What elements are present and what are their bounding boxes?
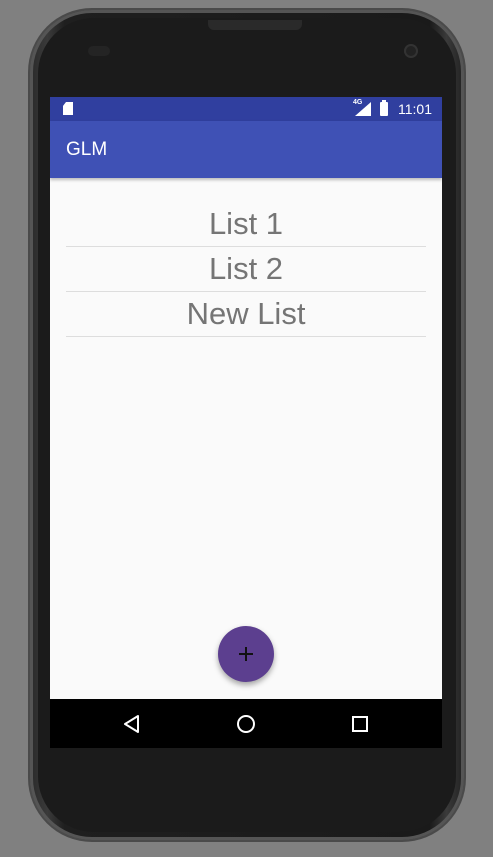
sd-card-icon [63,102,73,115]
status-time: 11:01 [398,101,432,117]
recents-square-icon[interactable] [348,712,372,736]
system-navigation-bar [50,699,442,748]
list-item[interactable]: New List [66,292,426,337]
home-circle-icon[interactable] [234,712,258,736]
lists-list: List 1 List 2 New List [66,202,426,337]
emulator-frame: 4G 11:01 GLM List 1 List 2 New List [0,0,493,857]
proximity-sensor [88,46,110,56]
plus-icon [239,647,253,661]
earpiece-speaker [208,20,302,30]
add-list-fab-button[interactable] [218,626,274,682]
signal-strength-icon [355,102,371,116]
list-item[interactable]: List 2 [66,247,426,292]
status-bar: 4G 11:01 [50,97,442,121]
front-camera-icon [404,44,418,58]
app-toolbar: GLM [50,121,442,178]
battery-icon [380,100,388,116]
back-triangle-icon[interactable] [120,712,144,736]
list-item[interactable]: List 1 [66,202,426,247]
device-screen: 4G 11:01 GLM List 1 List 2 New List [50,97,442,748]
app-title: GLM [66,139,108,160]
